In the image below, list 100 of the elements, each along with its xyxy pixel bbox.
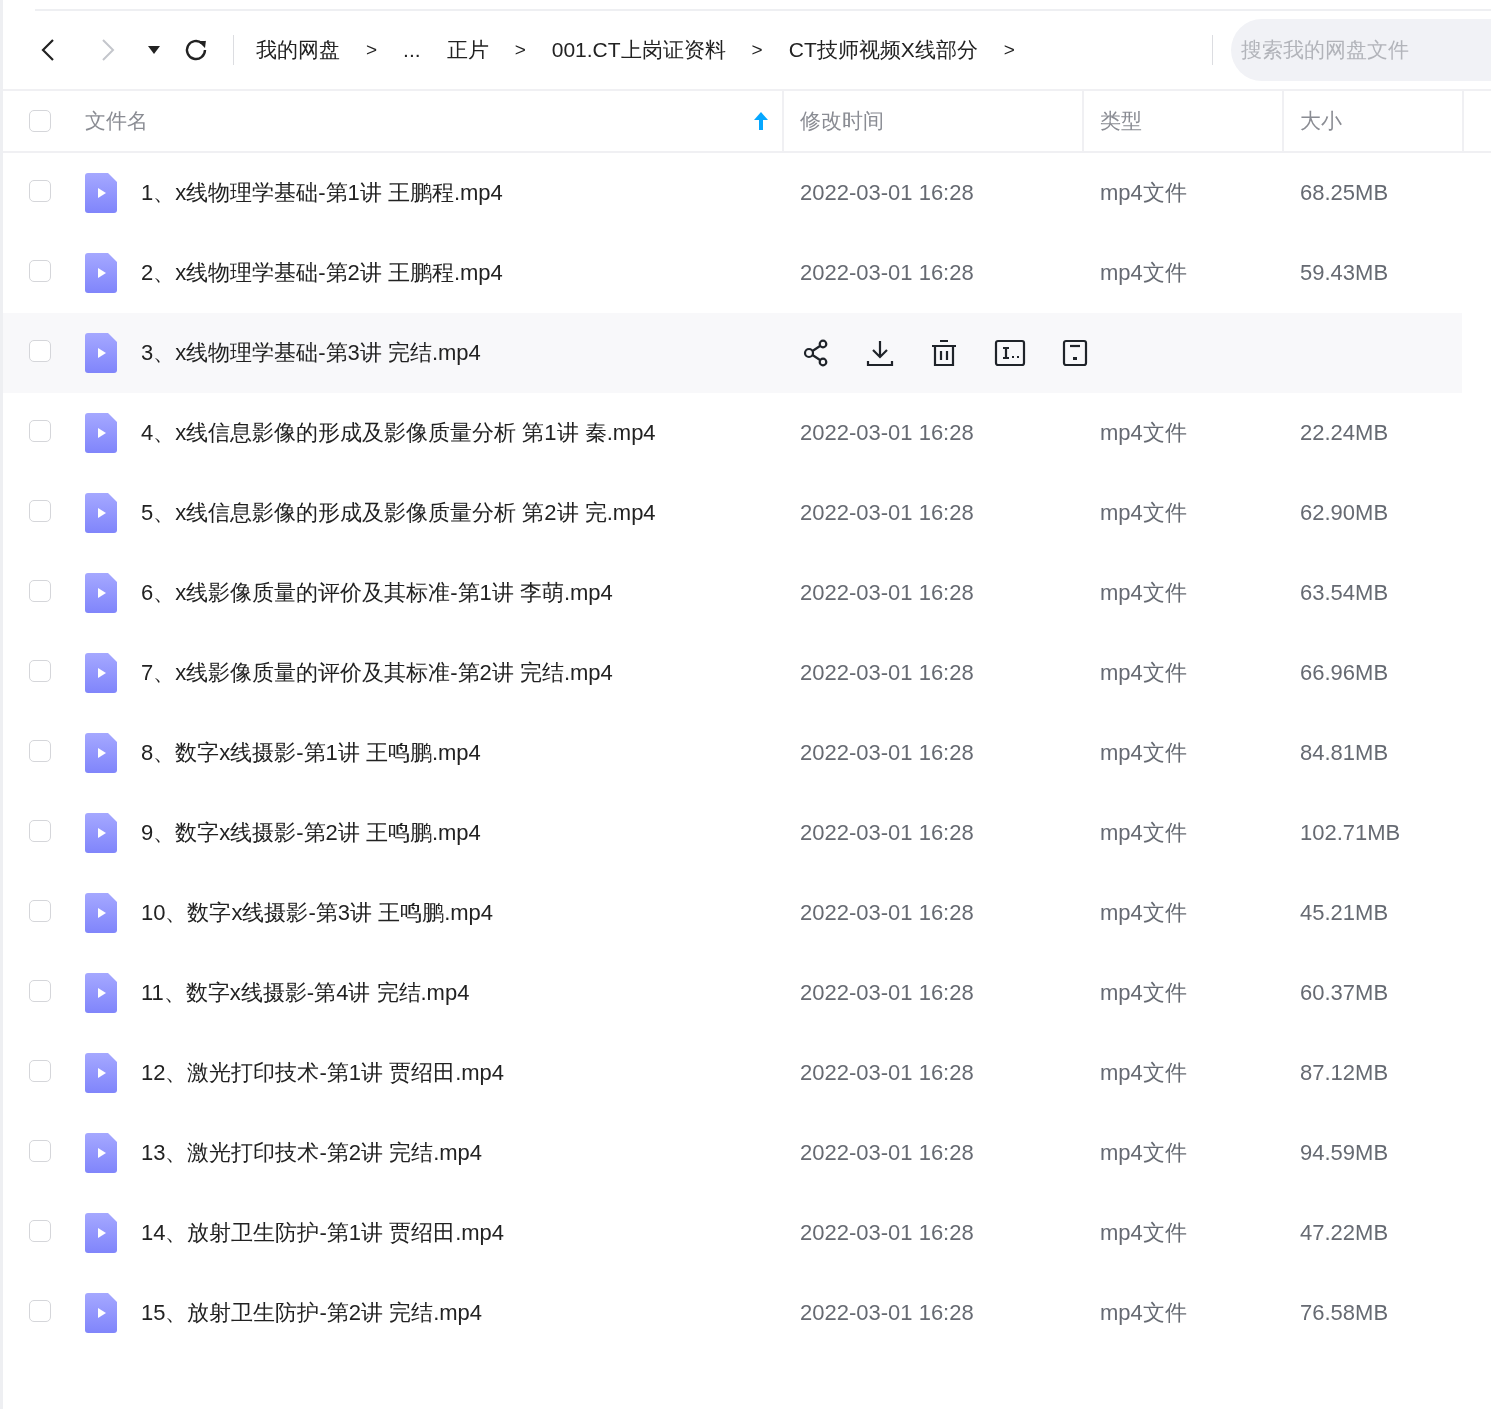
file-name[interactable]: 13、激光打印技术-第2讲 完结.mp4 bbox=[141, 1138, 483, 1168]
file-row[interactable]: 4、x线信息影像的形成及影像质量分析 第1讲 秦.mp4 2022-03-01 16:28 mp4文件 22.24MB bbox=[3, 393, 1462, 473]
file-row[interactable]: 2、x线物理学基础-第2讲 王鹏程.mp4 2022-03-01 16:28 mp4文件 59.43MB bbox=[3, 233, 1462, 313]
file-type-cell-text: mp4文件 bbox=[1099, 1059, 1188, 1087]
file-size-cell-text: 102.71MB bbox=[1299, 820, 1402, 846]
file-row[interactable]: 14、放射卫生防护-第1讲 贾绍田.mp4 2022-03-01 16:28 mp4文件 47.22MB bbox=[3, 1193, 1462, 1273]
file-size-cell-text: 84.81MB bbox=[1299, 740, 1390, 766]
file-name[interactable]: 7、x线影像质量的评价及其标准-第2讲 完结.mp4 bbox=[141, 658, 613, 688]
row-checkbox[interactable] bbox=[29, 1140, 51, 1162]
modified-time-cell-text: 2022-03-01 16:28 bbox=[799, 260, 975, 286]
select-all-checkbox[interactable] bbox=[29, 110, 51, 132]
row-checkbox[interactable] bbox=[29, 180, 51, 202]
file-type-cell-text: mp4文件 bbox=[1099, 1299, 1188, 1327]
column-header[interactable]: 大小 bbox=[1300, 107, 1342, 135]
file-size-cell-text: 66.96MB bbox=[1299, 660, 1390, 686]
file-name[interactable]: 3、x线物理学基础-第3讲 完结.mp4 bbox=[141, 338, 481, 368]
file-name[interactable]: 8、数字x线摄影-第1讲 王鸣鹏.mp4 bbox=[141, 738, 481, 768]
download-icon[interactable] bbox=[866, 339, 894, 367]
trash-icon[interactable] bbox=[930, 339, 958, 367]
file-size-cell-text: 45.21MB bbox=[1299, 900, 1390, 926]
file-size-cell-text: 76.58MB bbox=[1299, 1300, 1390, 1326]
video-file-icon bbox=[85, 1053, 117, 1093]
row-checkbox[interactable] bbox=[29, 740, 51, 762]
file-size-cell-text: 68.25MB bbox=[1299, 180, 1390, 206]
breadcrumb-separator: > bbox=[1003, 39, 1015, 61]
file-name[interactable]: 4、x线信息影像的形成及影像质量分析 第1讲 秦.mp4 bbox=[141, 418, 656, 448]
file-row[interactable]: 9、数字x线摄影-第2讲 王鸣鹏.mp4 2022-03-01 16:28 mp4文件 102.71MB bbox=[3, 793, 1462, 873]
breadcrumb-separator: > bbox=[514, 39, 526, 61]
file-size-cell-text: 94.59MB bbox=[1299, 1140, 1390, 1166]
file-type-cell-text: mp4文件 bbox=[1099, 659, 1188, 687]
row-checkbox[interactable] bbox=[29, 1300, 51, 1322]
row-checkbox[interactable] bbox=[29, 340, 51, 362]
file-row[interactable]: 12、激光打印技术-第1讲 贾绍田.mp4 2022-03-01 16:28 mp4文件 87.12MB bbox=[3, 1033, 1462, 1113]
file-name[interactable]: 14、放射卫生防护-第1讲 贾绍田.mp4 bbox=[141, 1218, 505, 1248]
file-row[interactable]: 8、数字x线摄影-第1讲 王鸣鹏.mp4 2022-03-01 16:28 mp4文件 84.81MB bbox=[3, 713, 1462, 793]
video-file-icon bbox=[85, 333, 117, 373]
file-row[interactable]: 6、x线影像质量的评价及其标准-第1讲 李萌.mp4 2022-03-01 16:28 mp4文件 63.54MB bbox=[3, 553, 1462, 633]
row-checkbox[interactable] bbox=[29, 420, 51, 442]
modified-time-cell-text: 2022-03-01 16:28 bbox=[799, 1300, 975, 1326]
column-header[interactable]: 类型 bbox=[1100, 107, 1142, 135]
caret-down-icon[interactable] bbox=[148, 46, 160, 54]
file-row[interactable]: 7、x线影像质量的评价及其标准-第2讲 完结.mp4 2022-03-01 16:28 mp4文件 66.96MB bbox=[3, 633, 1462, 713]
row-checkbox[interactable] bbox=[29, 660, 51, 682]
row-checkbox[interactable] bbox=[29, 1060, 51, 1082]
row-checkbox[interactable] bbox=[29, 500, 51, 522]
modified-time-cell-text: 2022-03-01 16:28 bbox=[799, 1140, 975, 1166]
file-row[interactable]: 15、放射卫生防护-第2讲 完结.mp4 2022-03-01 16:28 mp4文件 76.58MB bbox=[3, 1273, 1462, 1353]
breadcrumb-link[interactable]: 我的网盘 bbox=[256, 36, 340, 64]
modified-time-cell-text: 2022-03-01 16:28 bbox=[799, 1220, 975, 1246]
file-type-cell-text: mp4文件 bbox=[1099, 899, 1188, 927]
file-name[interactable]: 9、数字x线摄影-第2讲 王鸣鹏.mp4 bbox=[141, 818, 481, 848]
row-checkbox[interactable] bbox=[29, 900, 51, 922]
file-name[interactable]: 12、激光打印技术-第1讲 贾绍田.mp4 bbox=[141, 1058, 505, 1088]
search-field[interactable]: 搜索我的网盘文件 bbox=[1231, 19, 1491, 81]
rename-icon[interactable] bbox=[994, 339, 1026, 367]
file-name[interactable]: 5、x线信息影像的形成及影像质量分析 第2讲 完.mp4 bbox=[141, 498, 656, 528]
video-file-icon bbox=[85, 1293, 117, 1333]
row-checkbox[interactable] bbox=[29, 980, 51, 1002]
file-row[interactable]: 5、x线信息影像的形成及影像质量分析 第2讲 完.mp4 2022-03-01 16:28 mp4文件 62.90MB bbox=[3, 473, 1462, 553]
refresh-icon[interactable] bbox=[183, 37, 209, 63]
video-file-icon bbox=[85, 413, 117, 453]
file-name[interactable]: 2、x线物理学基础-第2讲 王鹏程.mp4 bbox=[141, 258, 503, 288]
file-type-cell-text: mp4文件 bbox=[1099, 819, 1188, 847]
file-row[interactable]: 3、x线物理学基础-第3讲 完结.mp4 bbox=[3, 313, 1462, 393]
video-file-icon bbox=[85, 173, 117, 213]
file-row[interactable]: 10、数字x线摄影-第3讲 王鸣鹏.mp4 2022-03-01 16:28 mp4文件 45.21MB bbox=[3, 873, 1462, 953]
file-size-cell-text: 87.12MB bbox=[1299, 1060, 1390, 1086]
video-file-icon bbox=[85, 493, 117, 533]
video-file-icon bbox=[85, 813, 117, 853]
row-checkbox[interactable] bbox=[29, 1220, 51, 1242]
row-checkbox[interactable] bbox=[29, 260, 51, 282]
modified-time-cell-text: 2022-03-01 16:28 bbox=[799, 1060, 975, 1086]
video-file-icon bbox=[85, 573, 117, 613]
breadcrumb-link[interactable]: CT技师视频X线部分 bbox=[788, 36, 978, 64]
file-name[interactable]: 11、数字x线摄影-第4讲 完结.mp4 bbox=[141, 978, 470, 1008]
modified-time-cell-text: 2022-03-01 16:28 bbox=[799, 820, 975, 846]
video-file-icon bbox=[85, 893, 117, 933]
breadcrumb-link[interactable]: ... bbox=[403, 38, 421, 62]
row-checkbox[interactable] bbox=[29, 820, 51, 842]
breadcrumb-link[interactable]: 001.CT上岗证资料 bbox=[551, 36, 726, 64]
file-name[interactable]: 15、放射卫生防护-第2讲 完结.mp4 bbox=[141, 1298, 483, 1328]
modified-time-cell-text: 2022-03-01 16:28 bbox=[799, 180, 975, 206]
row-checkbox[interactable] bbox=[29, 580, 51, 602]
file-name[interactable]: 6、x线影像质量的评价及其标准-第1讲 李萌.mp4 bbox=[141, 578, 613, 608]
file-name[interactable]: 10、数字x线摄影-第3讲 王鸣鹏.mp4 bbox=[141, 898, 494, 928]
mobile-phone-icon[interactable] bbox=[1062, 339, 1088, 367]
sort-up-arrow-icon[interactable] bbox=[754, 112, 768, 130]
file-row[interactable]: 11、数字x线摄影-第4讲 完结.mp4 2022-03-01 16:28 mp4文件 60.37MB bbox=[3, 953, 1462, 1033]
file-type-cell-text: mp4文件 bbox=[1099, 259, 1188, 287]
file-type-cell-text: mp4文件 bbox=[1099, 1219, 1188, 1247]
share-icon[interactable] bbox=[802, 339, 830, 367]
breadcrumb-separator: > bbox=[366, 39, 378, 61]
breadcrumb-link[interactable]: 正片 bbox=[446, 36, 489, 64]
modified-time-cell-text: 2022-03-01 16:28 bbox=[799, 500, 975, 526]
file-row[interactable]: 1、x线物理学基础-第1讲 王鹏程.mp4 2022-03-01 16:28 mp4文件 68.25MB bbox=[3, 153, 1462, 233]
file-name[interactable]: 1、x线物理学基础-第1讲 王鹏程.mp4 bbox=[141, 178, 503, 208]
modified-time-cell-text: 2022-03-01 16:28 bbox=[799, 420, 975, 446]
file-size-cell-text: 62.90MB bbox=[1299, 500, 1390, 526]
modified-time-cell-text: 2022-03-01 16:28 bbox=[799, 900, 975, 926]
file-row[interactable]: 13、激光打印技术-第2讲 完结.mp4 2022-03-01 16:28 mp4文件 94.59MB bbox=[3, 1113, 1462, 1193]
